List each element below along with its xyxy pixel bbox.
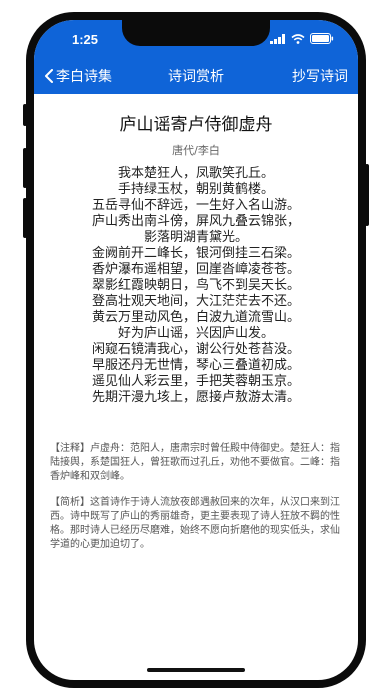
poem-line: 手持绿玉杖，朝别黄鹤楼。 xyxy=(117,182,274,197)
poem-line: 登高壮观天地间，大江茫茫去不还。 xyxy=(91,294,300,309)
poem-title: 庐山谣寄卢侍御虚舟 xyxy=(119,115,273,135)
phone-screen: 1:25 李白诗集 诗词赏析 抄写诗词 庐山谣寄卢侍御虚舟 唐代/李白 我本楚狂… xyxy=(34,20,358,680)
poem-line: 翠影红霞映朝日，鸟飞不到吴天长。 xyxy=(91,278,300,293)
poem-line: 金阙前开二峰长，银河倒挂三石梁。 xyxy=(91,246,300,261)
poem-line: 香炉瀑布遥相望，回崖沓嶂凌苍苍。 xyxy=(91,262,300,277)
poem-annotation: 【注释】卢虚舟：范阳人，唐肃宗时曾任殿中侍御史。楚狂人：指陆接舆，系楚国狂人，曾… xyxy=(50,443,340,482)
poem-line: 闲窥石镜清我心，谢公行处苍苔没。 xyxy=(91,342,300,357)
poem-line: 先期汗漫九垓上，愿接卢敖游太清。 xyxy=(91,390,300,405)
phone-frame: 1:25 李白诗集 诗词赏析 抄写诗词 庐山谣寄卢侍御虚舟 唐代/李白 我本楚狂… xyxy=(26,12,366,688)
camera-notch xyxy=(122,20,270,46)
app-header: 1:25 李白诗集 诗词赏析 抄写诗词 xyxy=(34,20,358,94)
wifi-icon xyxy=(291,33,305,44)
poem-notes: 【注释】卢虚舟：范阳人，唐肃宗时曾任殿中侍御史。楚狂人：指陆接舆，系楚国狂人，曾… xyxy=(50,442,342,564)
poem-author: 唐代/李白 xyxy=(172,144,220,157)
status-icons xyxy=(270,33,334,44)
poem-analysis: 【简析】这首诗作于诗人流放夜郎遇赦回来的次年，从汉口来到江西。诗中既写了庐山的秀… xyxy=(50,497,340,550)
copy-poem-button[interactable]: 抄写诗词 xyxy=(292,66,348,86)
poem-line: 黄云万里动风色，白波九道流雪山。 xyxy=(91,310,300,325)
poem-line: 遥见仙人彩云里，手把芙蓉朝玉京。 xyxy=(91,374,300,389)
poem-line: 早服还丹无世情，琴心三叠道初成。 xyxy=(91,358,300,373)
poem-line: 庐山秀出南斗傍，屏风九叠云锦张， xyxy=(91,214,300,229)
status-time: 1:25 xyxy=(72,32,99,47)
poem-line: 影落明湖青黛光。 xyxy=(143,230,248,245)
signal-icon xyxy=(270,33,285,44)
poem-content: 庐山谣寄卢侍御虚舟 唐代/李白 我本楚狂人，凤歌笑孔丘。 手持绿玉杖，朝别黄鹤楼… xyxy=(34,94,358,680)
battery-icon xyxy=(310,33,334,44)
poem-line: 五岳寻仙不辞远，一生好入名山游。 xyxy=(91,198,300,213)
nav-bar: 李白诗集 诗词赏析 抄写诗词 xyxy=(34,60,358,90)
poem-body: 我本楚狂人，凤歌笑孔丘。 手持绿玉杖，朝别黄鹤楼。 五岳寻仙不辞远，一生好入名山… xyxy=(34,166,358,406)
poem-line: 我本楚狂人，凤歌笑孔丘。 xyxy=(117,166,274,181)
home-indicator[interactable] xyxy=(147,668,245,672)
poem-line: 好为庐山谣，兴因庐山发。 xyxy=(117,326,274,341)
